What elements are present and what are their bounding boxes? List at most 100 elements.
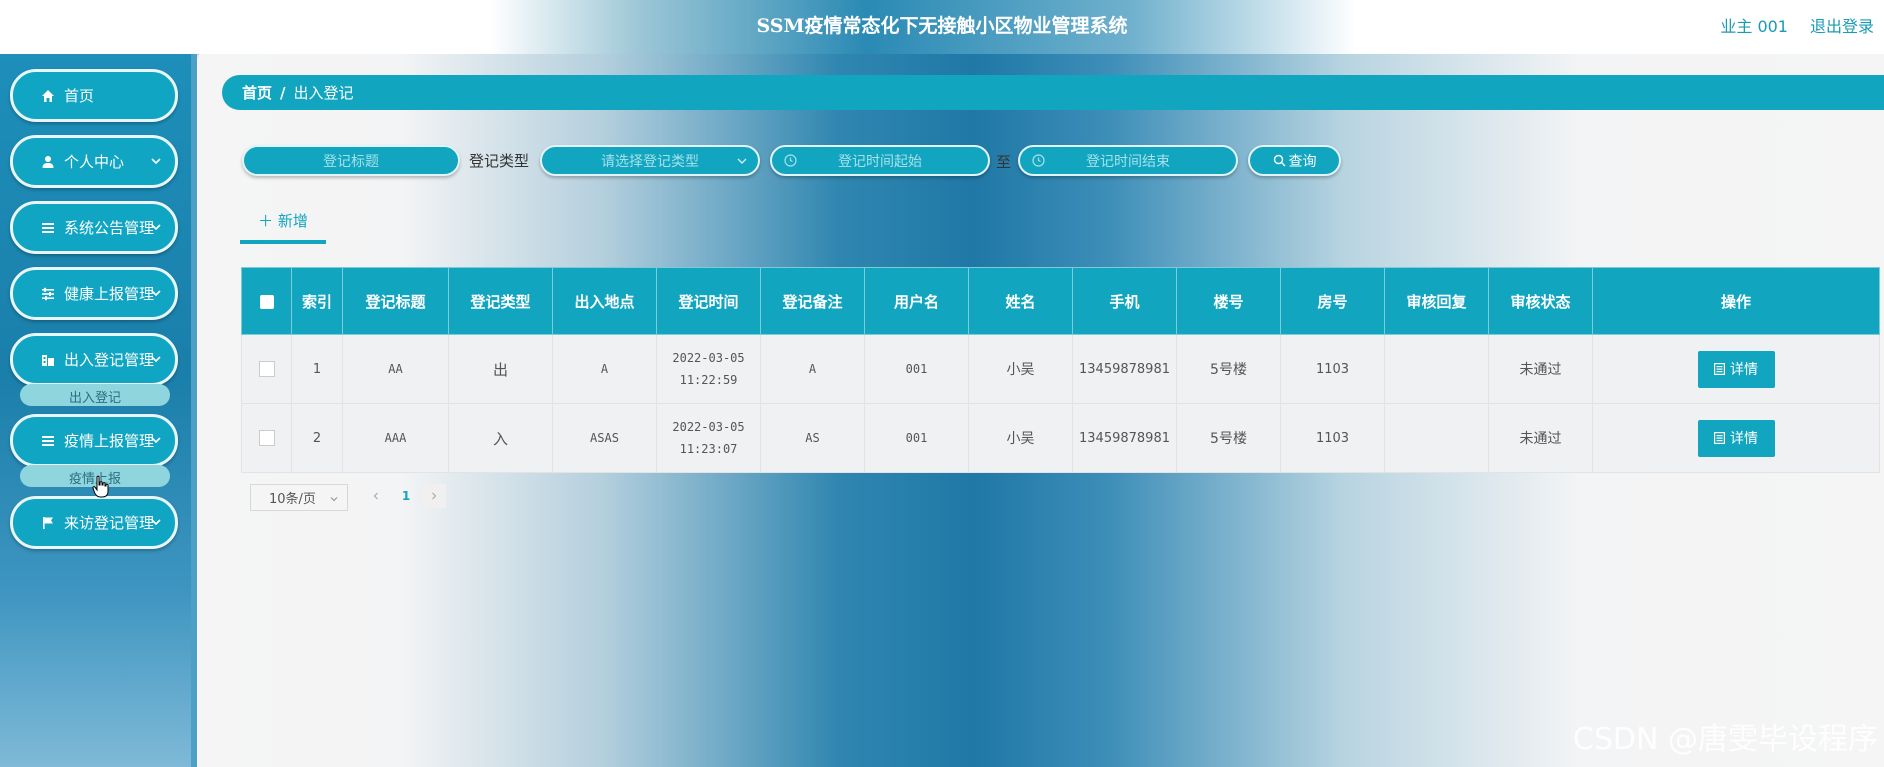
column-header: 登记类型: [448, 267, 553, 335]
column-header: 出入地点: [552, 267, 657, 335]
home-icon: [40, 88, 56, 104]
sidebar-item-entry-exit[interactable]: 出入登记管理: [10, 333, 178, 386]
detail-button-label: 详情: [1730, 431, 1758, 447]
person-icon: [40, 154, 56, 170]
type-label: 登记类型: [469, 152, 530, 170]
cell-username: 001: [864, 403, 969, 473]
cell-clock-time: 11:22:59: [679, 373, 738, 387]
cell-phone: 13459878981: [1072, 403, 1177, 473]
column-header: 登记备注: [760, 267, 865, 335]
cell-place: A: [552, 334, 657, 404]
cell-time: 2022-03-05 11:23:07: [656, 403, 761, 473]
cell-phone: 13459878981: [1072, 334, 1177, 404]
sidebar-item-announcements[interactable]: 系统公告管理: [10, 201, 178, 254]
breadcrumb-home[interactable]: 首页: [242, 82, 272, 103]
type-select[interactable]: 请选择登记类型: [540, 145, 760, 176]
chevron-down-icon: [330, 497, 338, 502]
chevron-down-icon: [151, 437, 161, 444]
page-number[interactable]: 1: [394, 484, 418, 508]
chevron-down-icon: [737, 158, 747, 164]
row-select-cell[interactable]: [241, 334, 292, 404]
search-title-placeholder: 登记标题: [323, 153, 379, 170]
table-header-row: 索引 登记标题 登记类型 出入地点 登记时间 登记备注 用户名 姓名 手机 楼号…: [241, 267, 1880, 335]
cell-date: 2022-03-05: [672, 420, 745, 434]
search-title-input[interactable]: 登记标题: [242, 145, 460, 176]
column-header: 登记标题: [342, 267, 449, 335]
detail-button-label: 详情: [1730, 362, 1758, 378]
prev-page-button[interactable]: [364, 484, 388, 508]
select-all-checkbox[interactable]: [259, 294, 274, 309]
cell-actions: 详情: [1592, 403, 1880, 473]
page-size-select[interactable]: 10条/页: [250, 484, 348, 511]
table-row: 2 AAA 入 ASAS 2022-03-05 11:23:07 AS 001 小…: [241, 403, 1880, 473]
add-button[interactable]: ＋ 新增: [240, 200, 326, 244]
column-header: 操作: [1592, 267, 1880, 335]
current-user: 业主 001: [1720, 17, 1788, 36]
chevron-right-icon: [432, 492, 437, 500]
cell-name: 小吴: [968, 334, 1073, 404]
start-date-placeholder: 登记时间起始: [838, 153, 922, 170]
sidebar-item-label: 出入登记管理: [64, 351, 155, 369]
query-button[interactable]: 查询: [1248, 145, 1341, 176]
column-header: 楼号: [1176, 267, 1281, 335]
sliders-icon: [40, 286, 56, 302]
row-checkbox[interactable]: [258, 361, 275, 377]
sidebar-item-label: 个人中心: [64, 153, 125, 171]
row-select-cell[interactable]: [241, 403, 292, 473]
logout-link[interactable]: 退出登录: [1810, 13, 1874, 37]
chevron-left-icon: [373, 492, 378, 500]
chevron-down-icon: [151, 356, 161, 363]
column-header: 用户名: [864, 267, 969, 335]
sidebar-item-epidemic-report[interactable]: 疫情上报管理: [10, 414, 178, 467]
sidebar-item-personal-center[interactable]: 个人中心: [10, 135, 178, 188]
next-page-button[interactable]: [422, 484, 446, 508]
query-button-label: 查询: [1288, 153, 1317, 170]
cell-type: 入: [448, 403, 553, 473]
registration-table: 索引 登记标题 登记类型 出入地点 登记时间 登记备注 用户名 姓名 手机 楼号…: [241, 267, 1880, 473]
app-title: SSM疫情常态化下无接触小区物业管理系统: [756, 15, 1128, 37]
list-icon: [40, 433, 56, 449]
end-date-input[interactable]: 登记时间结束: [1018, 145, 1238, 176]
row-checkbox[interactable]: [258, 430, 275, 446]
cell-clock-time: 11:23:07: [679, 442, 738, 456]
column-header: 索引: [291, 267, 343, 335]
cell-building: 5号楼: [1176, 403, 1281, 473]
cell-actions: 详情: [1592, 334, 1880, 404]
cell-remark: A: [760, 334, 865, 404]
cell-reply: [1384, 403, 1489, 473]
chevron-down-icon: [151, 158, 161, 165]
cell-name: 小吴: [968, 403, 1073, 473]
document-icon: [1714, 363, 1725, 375]
flag-icon: [40, 515, 56, 531]
cell-status: 未通过: [1488, 334, 1593, 404]
end-date-placeholder: 登记时间结束: [1086, 153, 1170, 170]
cell-index: 2: [291, 403, 343, 473]
sidebar-item-visitor-registration[interactable]: 来访登记管理: [10, 496, 178, 549]
sidebar-subitem-entry-registration[interactable]: 出入登记: [20, 384, 170, 406]
column-header: 房号: [1280, 267, 1385, 335]
page-size-label: 10条/页: [269, 492, 316, 507]
watermark: CSDN @唐雯毕设程序: [1572, 722, 1878, 757]
cell-remark: AS: [760, 403, 865, 473]
cell-status: 未通过: [1488, 403, 1593, 473]
chevron-down-icon: [151, 519, 161, 526]
sidebar-item-health-report[interactable]: 健康上报管理: [10, 267, 178, 320]
cell-title: AAA: [342, 403, 449, 473]
sidebar-item-label: 系统公告管理: [64, 219, 155, 237]
start-date-input[interactable]: 登记时间起始: [770, 145, 990, 176]
column-header: 姓名: [968, 267, 1073, 335]
cell-reply: [1384, 334, 1489, 404]
detail-button[interactable]: 详情: [1697, 350, 1775, 388]
type-select-placeholder: 请选择登记类型: [601, 153, 699, 170]
column-header: 审核状态: [1488, 267, 1593, 335]
column-header: 手机: [1072, 267, 1177, 335]
detail-button[interactable]: 详情: [1697, 419, 1775, 457]
cell-username: 001: [864, 334, 969, 404]
cell-room: 1103: [1280, 403, 1385, 473]
select-all-header[interactable]: [241, 267, 292, 335]
hand-cursor-icon: [92, 475, 109, 498]
clock-icon: [784, 154, 797, 167]
sidebar-item-home[interactable]: 首页: [10, 69, 178, 122]
breadcrumb-current: 出入登记: [293, 84, 354, 102]
sidebar-item-label: 疫情上报管理: [64, 432, 155, 450]
